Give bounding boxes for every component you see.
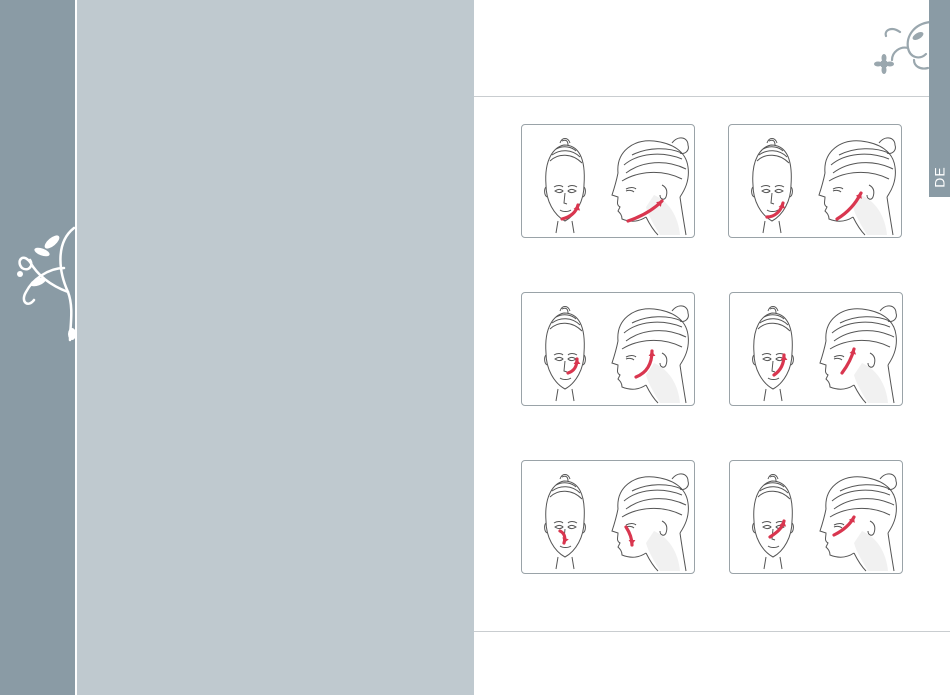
massage-illustration-card (729, 292, 903, 406)
massage-direction-arrow (558, 529, 569, 545)
language-tab-label: DE (931, 166, 948, 188)
floral-ornament-icon (874, 20, 932, 74)
face-massage-illustration (751, 137, 896, 236)
massage-direction-arrow (765, 201, 786, 219)
face-massage-illustration (752, 473, 897, 572)
massage-direction-arrow (624, 525, 636, 547)
footer-rule (474, 631, 950, 632)
header-rule (474, 96, 929, 97)
massage-illustration-card (521, 460, 695, 574)
massage-direction-arrow (840, 347, 857, 375)
massage-direction-arrow (768, 519, 787, 539)
face-massage-illustration (544, 137, 689, 236)
massage-direction-arrow (560, 203, 581, 221)
floral-ornament-icon (17, 226, 75, 342)
face-massage-illustration (752, 305, 897, 404)
face-massage-illustration (544, 305, 689, 404)
face-massage-illustration (544, 473, 689, 572)
massage-illustration-card (521, 124, 695, 238)
massage-illustration-card (728, 124, 902, 238)
massage-illustration-card (521, 292, 695, 406)
massage-direction-arrow (566, 357, 581, 375)
left-page-panel (77, 0, 474, 695)
massage-illustration-card (729, 460, 903, 574)
left-margin-strip (0, 0, 75, 695)
